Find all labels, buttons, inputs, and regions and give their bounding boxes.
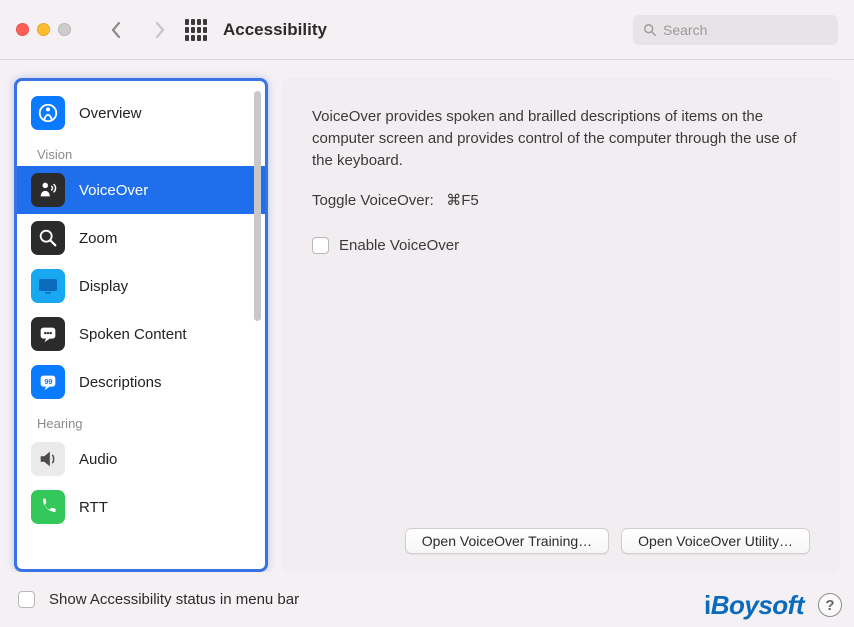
sidebar-section-hearing: Hearing xyxy=(17,406,265,435)
enable-voiceover-checkbox[interactable] xyxy=(312,237,329,254)
system-preferences-window: Accessibility Search Overview Vision xyxy=(0,0,854,627)
toggle-shortcut-row: Toggle VoiceOver: ⌘F5 xyxy=(312,191,810,209)
sidebar-item-rtt[interactable]: RTT xyxy=(17,483,265,531)
zoom-window-button[interactable] xyxy=(58,23,71,36)
enable-voiceover-row: Enable VoiceOver xyxy=(312,237,810,254)
svg-text:99: 99 xyxy=(44,377,52,386)
sidebar-item-label: VoiceOver xyxy=(79,182,148,199)
sidebar-item-overview[interactable]: Overview xyxy=(17,89,265,137)
window-controls xyxy=(16,23,71,36)
enable-voiceover-label: Enable VoiceOver xyxy=(339,237,459,254)
open-utility-button[interactable]: Open VoiceOver Utility… xyxy=(621,528,810,554)
minimize-window-button[interactable] xyxy=(37,23,50,36)
forward-button[interactable] xyxy=(145,15,175,45)
sidebar[interactable]: Overview Vision VoiceOver Zoom xyxy=(14,78,268,572)
open-training-button[interactable]: Open VoiceOver Training… xyxy=(405,528,609,554)
show-status-label: Show Accessibility status in menu bar xyxy=(49,591,299,608)
descriptions-icon: 99 xyxy=(31,365,65,399)
show-status-checkbox[interactable] xyxy=(18,591,35,608)
help-label: ? xyxy=(825,597,834,614)
zoom-icon xyxy=(31,221,65,255)
rtt-icon xyxy=(31,490,65,524)
toggle-label: Toggle VoiceOver: xyxy=(312,192,434,209)
sidebar-item-descriptions[interactable]: 99 Descriptions xyxy=(17,358,265,406)
voiceover-icon xyxy=(31,173,65,207)
sidebar-section-vision: Vision xyxy=(17,137,265,166)
search-input[interactable]: Search xyxy=(633,15,838,45)
footer: Show Accessibility status in menu bar ii… xyxy=(0,572,854,627)
detail-pane: VoiceOver provides spoken and brailled d… xyxy=(282,78,840,572)
toggle-shortcut: ⌘F5 xyxy=(446,192,479,209)
content-body: Overview Vision VoiceOver Zoom xyxy=(0,60,854,572)
search-placeholder: Search xyxy=(663,22,707,38)
sidebar-item-spoken-content[interactable]: Spoken Content xyxy=(17,310,265,358)
sidebar-item-voiceover[interactable]: VoiceOver xyxy=(17,166,265,214)
display-icon xyxy=(31,269,65,303)
sidebar-item-audio[interactable]: Audio xyxy=(17,435,265,483)
brand-watermark: iiBoysoftBoysoft xyxy=(704,590,804,621)
sidebar-item-label: Descriptions xyxy=(79,374,162,391)
sidebar-item-label: Display xyxy=(79,278,128,295)
search-icon xyxy=(643,23,657,37)
sidebar-item-label: Overview xyxy=(79,105,142,122)
pane-buttons: Open VoiceOver Training… Open VoiceOver … xyxy=(312,528,810,554)
scrollbar-thumb[interactable] xyxy=(254,91,261,321)
sidebar-item-label: Spoken Content xyxy=(79,326,187,343)
sidebar-item-display[interactable]: Display xyxy=(17,262,265,310)
audio-icon xyxy=(31,442,65,476)
button-label: Open VoiceOver Utility… xyxy=(638,533,793,549)
sidebar-item-label: RTT xyxy=(79,499,108,516)
overview-icon xyxy=(31,96,65,130)
voiceover-description: VoiceOver provides spoken and brailled d… xyxy=(312,106,810,171)
sidebar-item-label: Zoom xyxy=(79,230,117,247)
back-button[interactable] xyxy=(101,15,131,45)
sidebar-item-label: Audio xyxy=(79,451,117,468)
show-all-icon[interactable] xyxy=(185,19,207,41)
toolbar: Accessibility Search xyxy=(0,0,854,60)
page-title: Accessibility xyxy=(223,20,327,40)
spoken-content-icon xyxy=(31,317,65,351)
button-label: Open VoiceOver Training… xyxy=(422,533,592,549)
help-button[interactable]: ? xyxy=(818,593,842,617)
close-window-button[interactable] xyxy=(16,23,29,36)
sidebar-item-zoom[interactable]: Zoom xyxy=(17,214,265,262)
